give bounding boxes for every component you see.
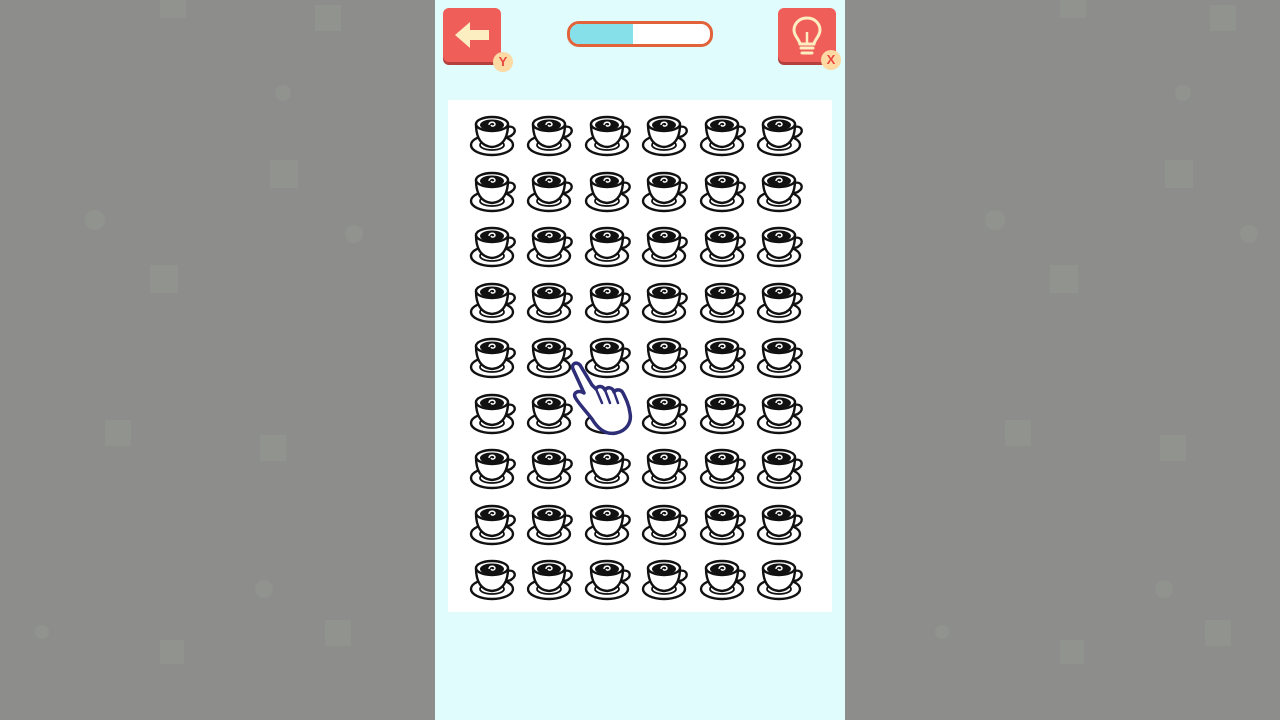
coffee-cup-icon[interactable] <box>640 221 694 271</box>
coffee-cup-icon[interactable] <box>698 332 752 382</box>
coffee-cup-icon[interactable] <box>583 221 637 271</box>
coffee-cup-icon[interactable] <box>698 499 752 549</box>
coffee-cup-icon[interactable] <box>755 277 809 327</box>
coffee-cup-icon[interactable] <box>525 221 579 271</box>
coffee-cup-icon[interactable] <box>640 332 694 382</box>
level-progress-bar <box>567 21 713 47</box>
key-hint-badge: X <box>821 50 841 70</box>
coffee-cup-icon[interactable] <box>698 166 752 216</box>
coffee-cup-icon[interactable] <box>468 166 522 216</box>
back-button[interactable]: Y <box>443 8 513 72</box>
coffee-cup-icon[interactable] <box>698 443 752 493</box>
coffee-cup-icon[interactable] <box>583 332 637 382</box>
arrow-left-icon <box>455 22 489 48</box>
coffee-cup-icon[interactable] <box>468 277 522 327</box>
coffee-cup-icon[interactable] <box>698 554 752 604</box>
coffee-cup-icon[interactable] <box>583 388 637 438</box>
coffee-cup-icon[interactable] <box>640 443 694 493</box>
coffee-cup-icon[interactable] <box>755 332 809 382</box>
coffee-cup-icon[interactable] <box>583 277 637 327</box>
coffee-cup-icon[interactable] <box>525 277 579 327</box>
coffee-cup-icon[interactable] <box>755 499 809 549</box>
coffee-cup-icon[interactable] <box>468 554 522 604</box>
coffee-cup-icon[interactable] <box>698 110 752 160</box>
coffee-cup-icon[interactable] <box>525 332 579 382</box>
coffee-cup-icon[interactable] <box>640 554 694 604</box>
coffee-cup-icon[interactable] <box>525 499 579 549</box>
coffee-cup-icon[interactable] <box>755 554 809 604</box>
coffee-cup-icon[interactable] <box>583 554 637 604</box>
coffee-cup-icon[interactable] <box>525 443 579 493</box>
coffee-cup-icon[interactable] <box>583 166 637 216</box>
coffee-cup-icon[interactable] <box>468 110 522 160</box>
game-screen: Y X <box>435 0 845 720</box>
progress-fill <box>570 24 633 44</box>
puzzle-board <box>448 100 832 612</box>
coffee-cup-icon[interactable] <box>583 443 637 493</box>
coffee-cup-icon[interactable] <box>698 221 752 271</box>
coffee-cup-icon[interactable] <box>698 277 752 327</box>
coffee-cup-icon[interactable] <box>640 166 694 216</box>
coffee-cup-icon[interactable] <box>640 110 694 160</box>
coffee-cup-icon[interactable] <box>640 499 694 549</box>
coffee-cup-icon[interactable] <box>698 388 752 438</box>
coffee-cup-icon[interactable] <box>755 110 809 160</box>
coffee-cup-icon[interactable] <box>525 388 579 438</box>
coffee-cup-icon[interactable] <box>468 388 522 438</box>
coffee-cup-icon[interactable] <box>755 166 809 216</box>
key-hint-badge: Y <box>493 52 513 72</box>
coffee-cup-icon[interactable] <box>525 166 579 216</box>
coffee-cup-icon[interactable] <box>525 110 579 160</box>
coffee-cup-icon[interactable] <box>525 554 579 604</box>
coffee-cup-icon[interactable] <box>468 221 522 271</box>
hint-button[interactable]: X <box>778 8 841 70</box>
coffee-cup-icon[interactable] <box>755 443 809 493</box>
coffee-cup-icon[interactable] <box>468 443 522 493</box>
coffee-cup-icon[interactable] <box>755 221 809 271</box>
coffee-cup-icon[interactable] <box>583 499 637 549</box>
coffee-cup-icon[interactable] <box>755 388 809 438</box>
coffee-cup-icon[interactable] <box>468 499 522 549</box>
coffee-cup-icon[interactable] <box>583 110 637 160</box>
coffee-cup-icon[interactable] <box>468 332 522 382</box>
coffee-cup-icon[interactable] <box>640 277 694 327</box>
coffee-cup-icon[interactable] <box>640 388 694 438</box>
